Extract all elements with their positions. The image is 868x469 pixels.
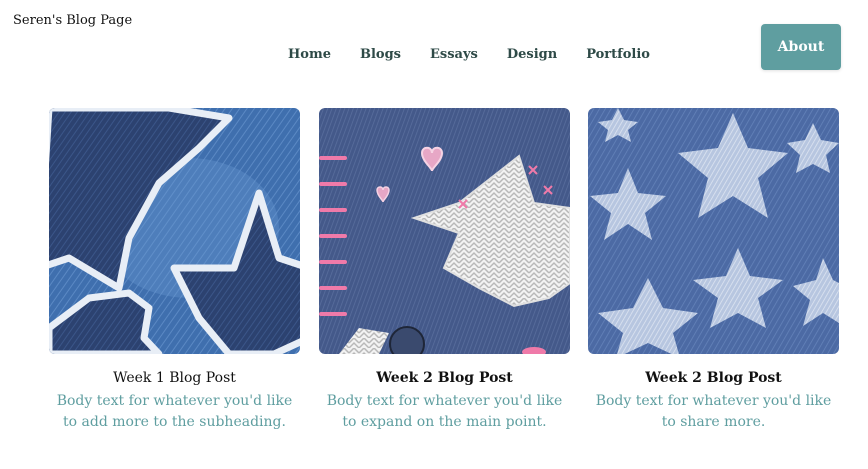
- card-body-line: to add more to the subheading.: [63, 414, 286, 430]
- denim-faded-stars-image[interactable]: [588, 108, 839, 354]
- denim-knit-star-hearts-image[interactable]: [319, 108, 570, 354]
- blog-card[interactable]: Week 2 Blog Post Body text for whatever …: [588, 108, 839, 433]
- about-button[interactable]: About: [761, 24, 841, 70]
- card-body-line: Body text for whatever you'd like: [595, 393, 832, 409]
- site-title: Seren's Blog Page: [13, 13, 133, 28]
- card-body-line: to expand on the main point.: [342, 414, 547, 430]
- card-body-line: Body text for whatever you'd like: [56, 393, 293, 409]
- card-body-line: Body text for whatever you'd like: [326, 393, 563, 409]
- card-title[interactable]: Week 1 Blog Post: [49, 370, 300, 386]
- card-title[interactable]: Week 2 Blog Post: [319, 370, 570, 386]
- denim-patch-stars-image[interactable]: [49, 108, 300, 354]
- nav-design[interactable]: Design: [507, 47, 557, 62]
- nav-home[interactable]: Home: [288, 47, 331, 62]
- button-icon: [389, 326, 425, 354]
- nav-portfolio[interactable]: Portfolio: [586, 47, 650, 62]
- card-body: Body text for whatever you'd like to exp…: [319, 391, 570, 433]
- blog-card[interactable]: Week 1 Blog Post Body text for whatever …: [49, 108, 300, 433]
- card-body: Body text for whatever you'd like to sha…: [588, 391, 839, 433]
- card-body-line: to share more.: [661, 414, 766, 430]
- nav-essays[interactable]: Essays: [430, 47, 478, 62]
- blog-card[interactable]: Week 2 Blog Post Body text for whatever …: [319, 108, 570, 433]
- main-nav: Home Blogs Essays Design Portfolio: [288, 47, 650, 62]
- card-body: Body text for whatever you'd like to add…: [49, 391, 300, 433]
- card-title[interactable]: Week 2 Blog Post: [588, 370, 839, 386]
- nav-blogs[interactable]: Blogs: [360, 47, 401, 62]
